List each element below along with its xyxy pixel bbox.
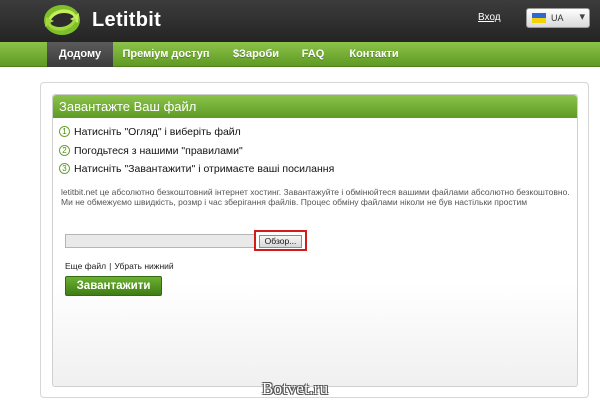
- browse-highlight: Обзор...: [254, 230, 307, 251]
- step-text: Натисніть "Огляд" і виберіть файл: [74, 126, 241, 138]
- upload-panel: Завантажте Ваш файл 1 Натисніть "Огляд" і…: [52, 94, 578, 387]
- nav-item-earn[interactable]: $Зароби: [226, 42, 286, 67]
- watermark: Botvet.ru: [262, 379, 329, 398]
- file-path-input[interactable]: [65, 234, 256, 248]
- logo-swirl-icon: [44, 5, 80, 35]
- nav-item-premium[interactable]: Преміум доступ: [118, 42, 214, 67]
- remove-last-link[interactable]: Убрать нижний: [114, 261, 173, 271]
- top-header: Letitbit Вход UA ▾: [0, 0, 600, 42]
- nav-item-home[interactable]: Додому: [47, 42, 113, 67]
- browse-button[interactable]: Обзор...: [259, 235, 302, 248]
- step-text: Погодьтеся з нашими "правилами": [74, 145, 243, 157]
- step-text: Натисніть "Завантажити" і отримаєте ваші…: [74, 163, 335, 175]
- step-number-icon: 3: [59, 163, 70, 174]
- step-number-icon: 1: [59, 126, 70, 137]
- nav-item-faq[interactable]: FAQ: [296, 42, 330, 67]
- main-nav: Додому Преміум доступ $Зароби FAQ Контак…: [0, 42, 600, 67]
- upload-button[interactable]: Завантажити: [65, 276, 162, 296]
- ukraine-flag-icon: [532, 13, 546, 23]
- link-separator: |: [109, 261, 112, 271]
- add-file-link[interactable]: Еще файл: [65, 261, 106, 271]
- step-1: 1 Натисніть "Огляд" і виберіть файл: [59, 126, 241, 139]
- file-field-links: Еще файл | Убрать нижний: [65, 261, 174, 271]
- language-select[interactable]: UA ▾: [526, 8, 590, 28]
- step-2: 2 Погодьтеся з нашими "правилами": [59, 145, 243, 158]
- login-link[interactable]: Вход: [478, 12, 501, 23]
- logo-text[interactable]: Letitbit: [92, 9, 161, 32]
- language-code: UA: [551, 13, 564, 23]
- upload-panel-title: Завантажте Ваш файл: [53, 95, 577, 118]
- step-number-icon: 2: [59, 145, 70, 156]
- service-description: letitbit.net це абсолютно безкоштовний і…: [61, 187, 570, 207]
- step-3: 3 Натисніть "Завантажити" і отримаєте ваш…: [59, 163, 334, 176]
- nav-item-contacts[interactable]: Контакти: [343, 42, 405, 67]
- chevron-down-icon: ▾: [579, 11, 585, 23]
